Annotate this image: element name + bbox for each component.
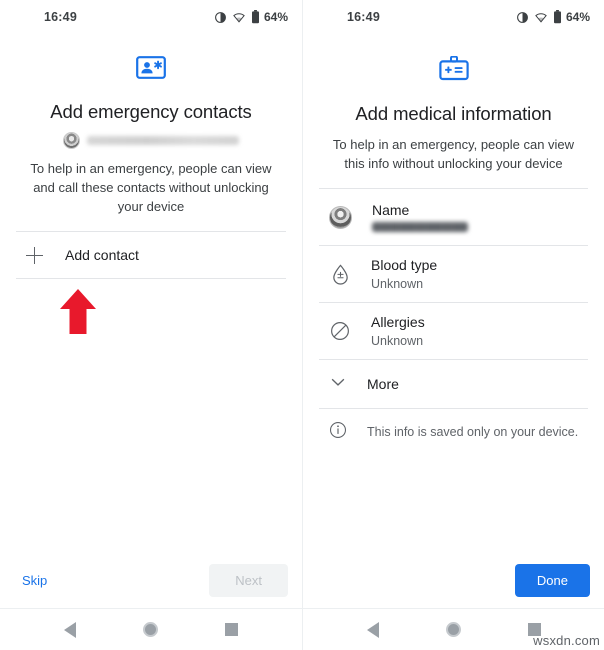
device-storage-info-text: This info is saved only on your device. xyxy=(367,425,579,439)
battery-percentage: 64% xyxy=(263,10,288,24)
right-screen-medical-information: 16:49 64% Add medical information To hel… xyxy=(302,0,604,650)
home-circle-icon[interactable] xyxy=(142,622,158,637)
medical-row-allergies[interactable]: Allergies Unknown xyxy=(319,303,588,359)
watermark: wsxdn.com xyxy=(533,633,600,648)
status-icons: 64% xyxy=(516,10,590,24)
next-button[interactable]: Next xyxy=(209,563,288,597)
medical-row-label: Allergies xyxy=(371,314,425,330)
account-row[interactable]: ██████████████████ xyxy=(16,132,286,149)
back-triangle-icon[interactable] xyxy=(366,621,379,638)
right-content: Add medical information To help in an em… xyxy=(303,34,604,552)
dual-screenshot-container: 16:49 64% Add emergency contacts To help… xyxy=(0,0,604,650)
medical-row-label: Name xyxy=(372,202,410,218)
page-title: Add medical information xyxy=(355,103,552,124)
medical-row-text: Name ███████████ xyxy=(372,202,468,232)
status-time: 16:49 xyxy=(347,10,380,24)
page-subtitle: To help in an emergency, people can view… xyxy=(332,137,575,171)
add-contact-row[interactable]: Add contact xyxy=(16,232,286,278)
dnd-icon xyxy=(516,11,529,24)
medical-row-value: Unknown xyxy=(371,277,424,291)
status-bar: 16:49 64% xyxy=(303,0,604,34)
medical-row-name[interactable]: Name ███████████ xyxy=(319,189,588,245)
home-circle-icon[interactable] xyxy=(445,622,461,637)
back-triangle-icon[interactable] xyxy=(63,621,76,638)
status-bar: 16:49 64% xyxy=(0,0,302,34)
battery-icon xyxy=(251,10,260,24)
right-navigation-bar: wsxdn.com xyxy=(303,608,604,650)
blood-drop-icon xyxy=(329,263,351,285)
left-screen-emergency-contacts: 16:49 64% Add emergency contacts To help… xyxy=(0,0,302,650)
medical-row-value: Unknown xyxy=(371,334,424,348)
recents-square-icon[interactable] xyxy=(225,623,239,636)
wifi-icon xyxy=(534,11,548,24)
done-button[interactable]: Done xyxy=(514,563,590,597)
left-navigation-bar xyxy=(0,608,302,650)
medical-row-value-redacted: ███████████ xyxy=(372,222,468,232)
red-up-arrow-annotation xyxy=(58,288,98,336)
medical-info-list: Name ███████████ Blood type Unknown Alle… xyxy=(319,188,588,455)
more-label: More xyxy=(367,376,399,392)
right-action-bar: Done xyxy=(303,552,604,608)
skip-button[interactable]: Skip xyxy=(14,567,55,594)
left-action-bar: Skip Next xyxy=(0,552,302,608)
device-storage-info-row: This info is saved only on your device. xyxy=(319,409,588,455)
avatar-icon xyxy=(329,205,352,229)
account-email-redacted: ██████████████████ xyxy=(87,136,239,145)
account-avatar xyxy=(63,132,80,149)
battery-icon xyxy=(553,10,562,24)
more-row[interactable]: More xyxy=(319,360,588,408)
medical-id-badge-icon xyxy=(319,56,588,89)
chevron-down-icon xyxy=(329,373,347,396)
status-icons: 64% xyxy=(214,10,288,24)
status-time: 16:49 xyxy=(44,10,77,24)
page-title: Add emergency contacts xyxy=(50,101,252,122)
battery-percentage: 64% xyxy=(565,10,590,24)
allergy-icon xyxy=(329,320,351,342)
medical-row-label: Blood type xyxy=(371,257,438,273)
medical-row-text: Blood type Unknown xyxy=(371,257,437,291)
add-contact-label: Add contact xyxy=(65,247,139,263)
medical-row-blood-type[interactable]: Blood type Unknown xyxy=(319,246,588,302)
contact-card-star-icon xyxy=(16,56,286,87)
page-subtitle: To help in an emergency, people can view… xyxy=(30,161,272,214)
medical-row-text: Allergies Unknown xyxy=(371,314,425,348)
divider-below-add-contact xyxy=(16,278,286,279)
wifi-icon xyxy=(232,11,246,24)
dnd-icon xyxy=(214,11,227,24)
plus-icon xyxy=(26,246,43,264)
left-content: Add emergency contacts █████████████████… xyxy=(0,34,302,552)
info-icon xyxy=(329,421,347,444)
